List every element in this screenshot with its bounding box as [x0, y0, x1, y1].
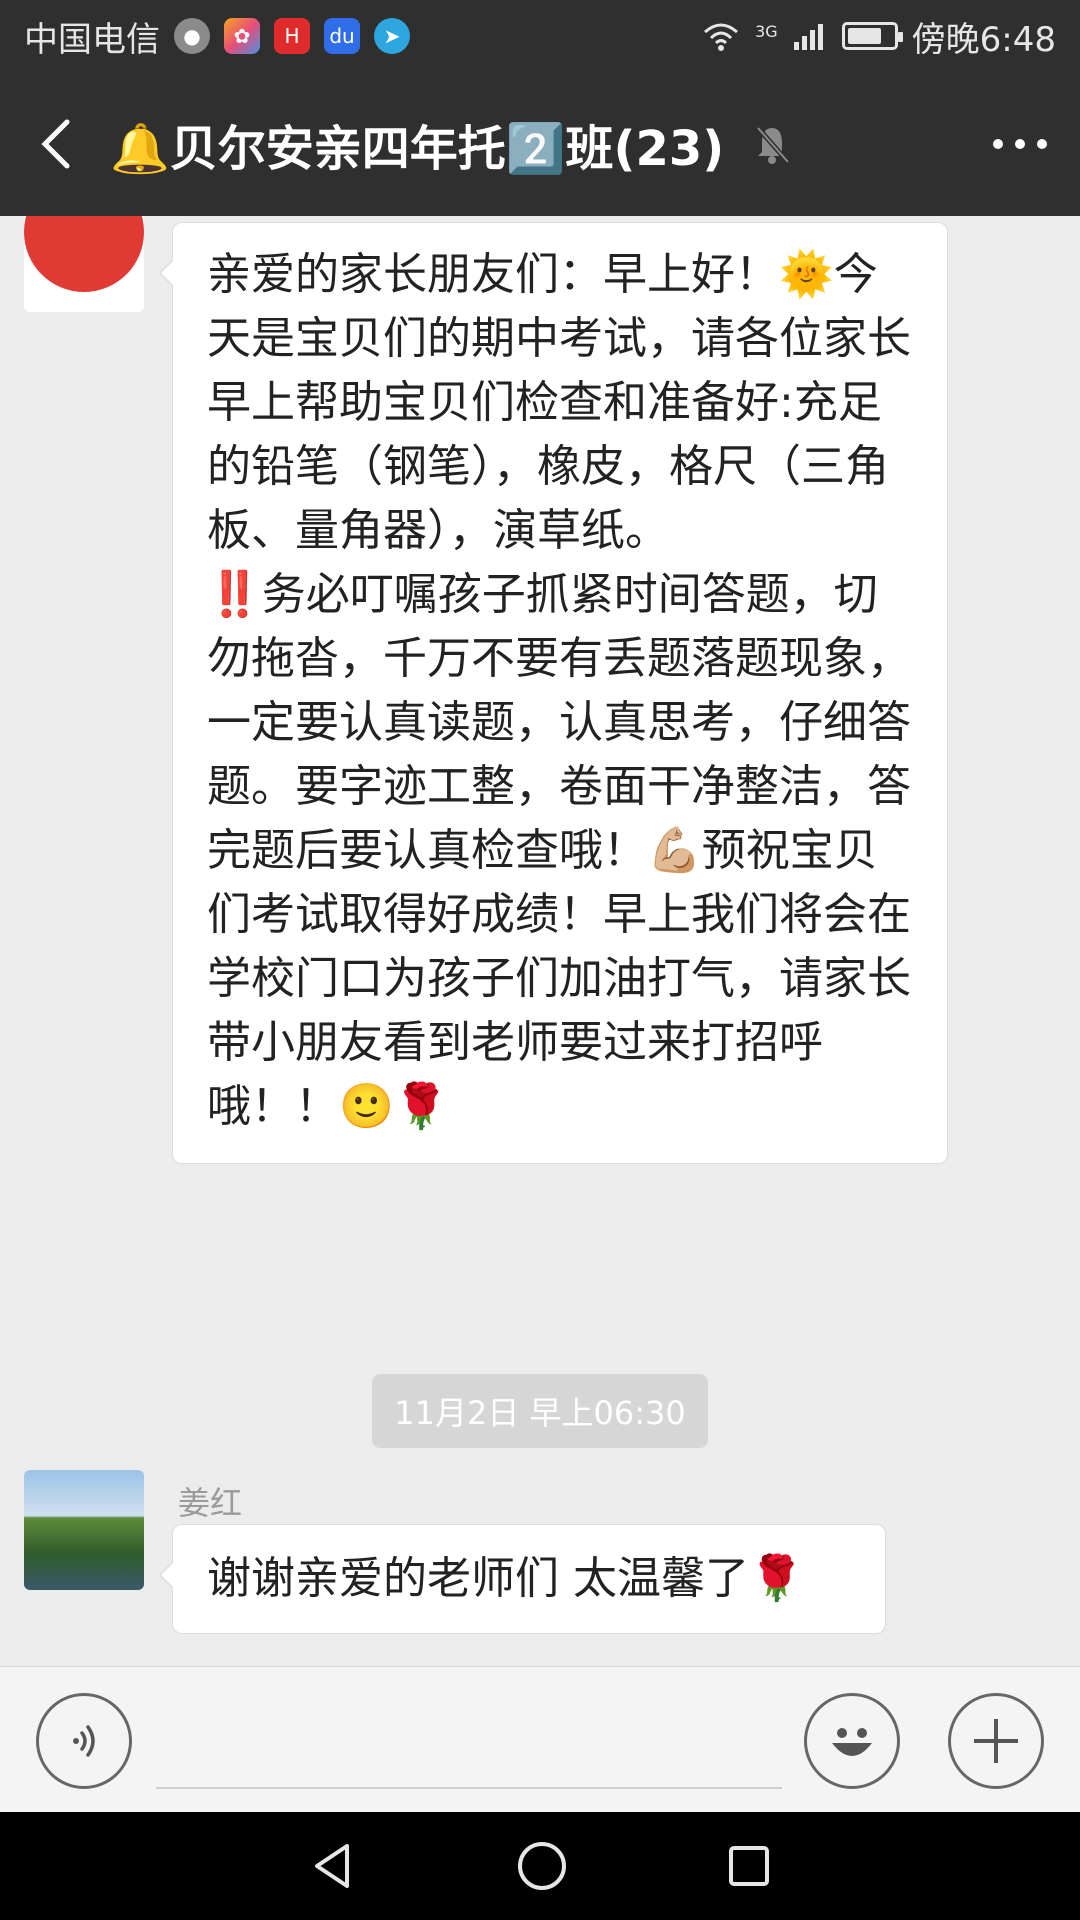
group-name: 🔔贝尔安亲四年托2️⃣班(23): [110, 121, 725, 177]
network-type-label: 3G: [755, 21, 778, 41]
message-timestamp: 11月2日 早上06:30: [372, 1374, 708, 1448]
gallery-notification-icon: ✿: [224, 18, 260, 54]
huawei-notification-icon: H: [274, 18, 310, 54]
message-list[interactable]: 亲爱的家长朋友们：早上好！🌞今天是宝贝们的期中考试，请各位家长早上帮助宝贝们检查…: [0, 216, 1080, 1666]
sender-name: 姜红: [178, 1484, 243, 1522]
more-icon: [993, 139, 1047, 149]
back-button[interactable]: [0, 72, 110, 216]
telegram-notification-icon: ➤: [374, 18, 410, 54]
voice-icon: [73, 1725, 95, 1757]
nav-home-icon[interactable]: [514, 1838, 570, 1894]
message-paragraph-2: ‼️务必叮嘱孩子抓紧时间答题，切勿拖沓，千万不要有丢题落题现象，一定要认真读题，…: [207, 569, 911, 1132]
reply-text: 谢谢亲爱的老师们 太温馨了🌹: [207, 1553, 804, 1604]
message-input[interactable]: [156, 1787, 782, 1789]
wifi-icon: [704, 23, 739, 51]
chat-header: 🔔贝尔安亲四年托2️⃣班(23): [0, 72, 1080, 216]
system-nav-bar: [0, 1812, 1080, 1920]
emoji-button[interactable]: [804, 1693, 900, 1789]
signal-icon: [793, 24, 823, 50]
chat-title: 🔔贝尔安亲四年托2️⃣班(23): [110, 109, 792, 179]
battery-level-fill: [847, 28, 881, 44]
message-paragraph-1: 亲爱的家长朋友们：早上好！🌞今天是宝贝们的期中考试，请各位家长早上帮助宝贝们检查…: [207, 249, 911, 556]
carrier-label: 中国电信: [24, 19, 160, 60]
message-bubble[interactable]: 亲爱的家长朋友们：早上好！🌞今天是宝贝们的期中考试，请各位家长早上帮助宝贝们检查…: [159, 222, 948, 1164]
plus-button[interactable]: [948, 1693, 1044, 1789]
nav-back-icon[interactable]: [307, 1840, 359, 1892]
sender-avatar-jianghong[interactable]: [24, 1470, 144, 1590]
angel-bell-logo: [24, 216, 144, 292]
sender-avatar-angel-bell[interactable]: [24, 216, 144, 312]
plus-icon: [974, 1719, 1018, 1763]
timestamp-row: 11月2日 早上06:30: [0, 1374, 1080, 1448]
battery-icon: [841, 22, 903, 50]
chat-notification-icon: ●: [174, 18, 210, 54]
baidu-notification-icon: du: [324, 18, 360, 54]
input-bar: [0, 1666, 1080, 1812]
reply-bubble[interactable]: 谢谢亲爱的老师们 太温馨了🌹: [159, 1524, 886, 1634]
more-button[interactable]: [960, 72, 1080, 216]
status-left: 中国电信 ● ✿ H du ➤: [24, 12, 410, 61]
status-bar: 中国电信 ● ✿ H du ➤ 3G 傍晚6:48: [0, 0, 1080, 72]
clock-label: 傍晚6:48: [911, 19, 1056, 60]
mute-bell-icon: [752, 122, 792, 166]
back-arrow-icon: [41, 119, 70, 169]
nav-recents-icon[interactable]: [725, 1842, 773, 1890]
status-right: 3G 傍晚6:48: [701, 12, 1056, 61]
wechat-group-chat-screen: 中国电信 ● ✿ H du ➤ 3G 傍晚6:48 🔔贝尔安亲四年托2️⃣班(2…: [0, 0, 1080, 1920]
emoji-icon: [832, 1728, 872, 1756]
voice-button[interactable]: [36, 1693, 132, 1789]
